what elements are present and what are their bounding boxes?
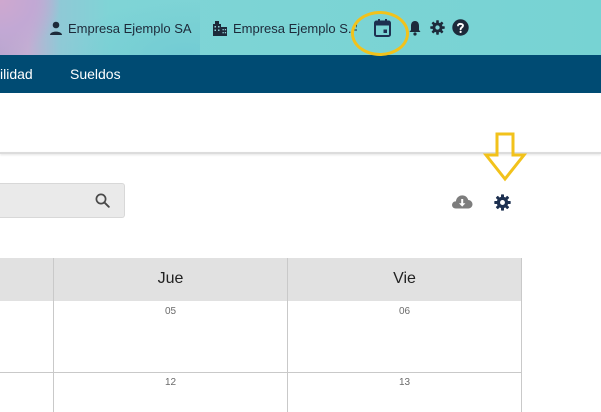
top-bar: Empresa Ejemplo SA Empresa Ejemplo S.A. bbox=[0, 0, 601, 55]
building-icon bbox=[213, 20, 227, 36]
day-cell-vie-13[interactable]: 13 bbox=[288, 377, 521, 388]
row-divider bbox=[0, 372, 522, 373]
nav-item-sueldos[interactable]: Sueldos bbox=[70, 66, 121, 82]
day-cell-vie-06[interactable]: 06 bbox=[288, 306, 521, 317]
company-selector[interactable]: Empresa Ejemplo S.A. bbox=[212, 18, 357, 38]
settings-icon[interactable] bbox=[494, 194, 511, 211]
user-icon bbox=[50, 21, 62, 35]
day-cell-jue-05[interactable]: 05 bbox=[54, 306, 287, 317]
user-menu[interactable]: Empresa Ejemplo SA bbox=[49, 18, 192, 38]
search-input[interactable] bbox=[0, 184, 90, 217]
column-header-jue: Jue bbox=[157, 270, 184, 287]
company-name: Empresa Ejemplo S.A. bbox=[233, 20, 357, 36]
calendar-header: Jue Vie bbox=[0, 258, 522, 301]
annotation-arrow-icon bbox=[482, 132, 528, 182]
nav-item-contabilidad[interactable]: ilidad bbox=[0, 66, 33, 82]
annotation-circle bbox=[351, 11, 409, 56]
bell-icon[interactable] bbox=[409, 20, 421, 36]
day-cell-jue-12[interactable]: 12 bbox=[54, 377, 287, 388]
cloud-download-icon[interactable] bbox=[451, 193, 473, 209]
column-divider bbox=[521, 258, 522, 412]
column-header-vie: Vie bbox=[393, 270, 416, 287]
search-icon[interactable] bbox=[95, 193, 110, 208]
help-icon[interactable] bbox=[452, 19, 469, 36]
column-divider bbox=[53, 258, 54, 412]
calendar-grid: Jue Vie 05 06 12 13 bbox=[0, 258, 522, 412]
column-divider bbox=[287, 258, 288, 412]
gear-icon[interactable] bbox=[430, 20, 445, 35]
main-nav: ilidad Sueldos bbox=[0, 55, 601, 93]
user-name: Empresa Ejemplo SA bbox=[68, 20, 192, 36]
search-field[interactable] bbox=[0, 183, 125, 218]
